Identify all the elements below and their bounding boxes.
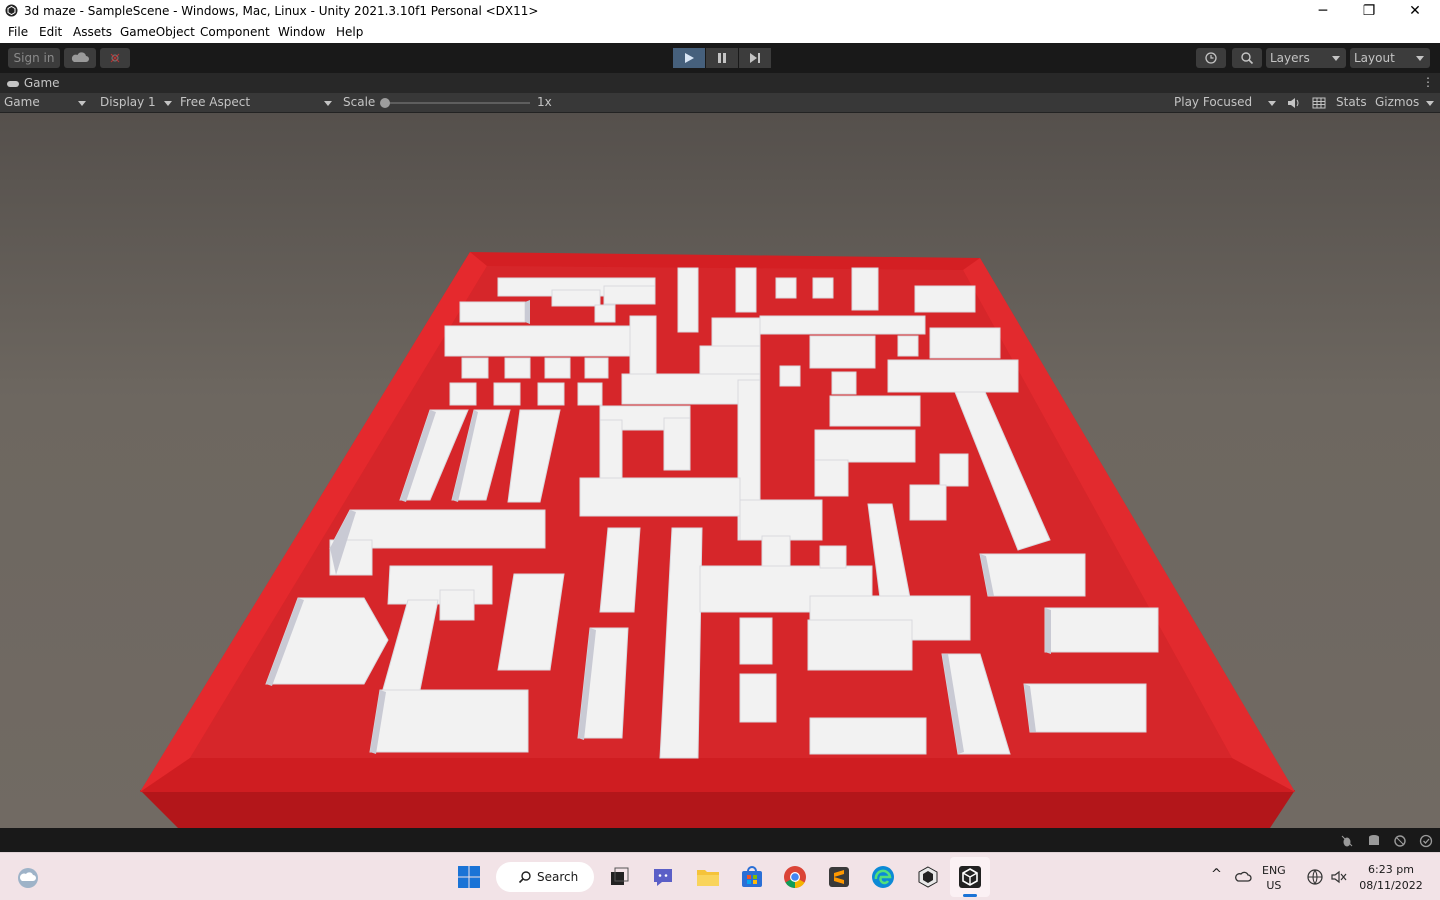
windows-taskbar: Search ^ ENG US 6:23 pm 08/11/2022 — [0, 852, 1440, 900]
scale-value: 1x — [537, 95, 552, 109]
status-bar — [0, 828, 1440, 852]
chrome-icon[interactable] — [783, 865, 807, 889]
restore-button[interactable]: ❐ — [1346, 0, 1392, 22]
edge-icon[interactable] — [871, 865, 895, 889]
menu-component[interactable]: Component — [200, 25, 270, 39]
play-focused-dropdown[interactable]: Play Focused — [1174, 95, 1278, 109]
layout-label: Layout — [1354, 51, 1395, 65]
auto-generate-lighting-icon[interactable] — [1393, 834, 1407, 848]
layout-dropdown[interactable]: Layout — [1350, 48, 1430, 68]
globe-network-icon[interactable] — [1306, 868, 1324, 886]
chevron-down-icon — [324, 101, 332, 106]
history-icon — [1205, 52, 1217, 64]
display-dropdown[interactable]: Display 1 — [100, 95, 172, 109]
unity-hub-icon[interactable] — [916, 865, 940, 889]
unity-editor-icon — [959, 866, 981, 888]
mute-audio-icon[interactable] — [1286, 96, 1300, 110]
history-button[interactable] — [1196, 48, 1226, 68]
cloud-button[interactable] — [64, 48, 96, 68]
language-indicator[interactable]: ENG US — [1262, 863, 1286, 893]
weather-icon[interactable] — [16, 866, 40, 890]
region-code: US — [1266, 879, 1282, 892]
file-explorer-icon[interactable] — [696, 865, 720, 889]
scale-slider-handle[interactable] — [380, 98, 390, 108]
display-label: Display 1 — [100, 95, 156, 109]
main-toolbar: Sign in Layers Layout — [0, 43, 1440, 73]
pause-icon — [718, 53, 726, 63]
teams-chat-icon[interactable] — [651, 865, 675, 889]
pause-button[interactable] — [706, 48, 738, 68]
gamepad-icon — [7, 80, 19, 87]
task-view-icon[interactable] — [607, 865, 631, 889]
language-code: ENG — [1262, 864, 1286, 877]
play-button[interactable] — [673, 48, 705, 68]
game-viewport[interactable] — [0, 113, 1440, 828]
gizmos-button[interactable]: Gizmos — [1375, 95, 1419, 109]
tab-options-icon[interactable]: ⋮ — [1422, 75, 1434, 89]
search-icon — [518, 871, 531, 884]
microsoft-store-icon[interactable] — [740, 865, 764, 889]
collab-icon — [110, 53, 120, 63]
aspect-label: Free Aspect — [180, 95, 251, 109]
active-app-indicator — [963, 894, 977, 897]
menu-file[interactable]: File — [8, 25, 28, 39]
close-button[interactable]: ✕ — [1392, 0, 1438, 22]
play-focused-label: Play Focused — [1174, 95, 1253, 109]
sublime-text-icon[interactable] — [827, 865, 851, 889]
window-title: 3d maze - SampleScene - Windows, Mac, Li… — [24, 4, 539, 18]
stats-button[interactable]: Stats — [1336, 95, 1367, 109]
stats-grid-icon[interactable] — [1312, 96, 1326, 110]
search-icon — [1241, 52, 1254, 65]
start-windows-icon[interactable] — [457, 865, 481, 889]
layers-dropdown[interactable]: Layers — [1266, 48, 1346, 68]
chevron-down-icon — [164, 101, 172, 106]
chevron-down-icon — [1268, 101, 1276, 106]
maze-frame-bottom-edge — [140, 790, 1295, 828]
unity-editor-taskbar-button[interactable] — [950, 857, 990, 897]
tab-game-label: Game — [23, 76, 60, 90]
game-view-bar: Game Display 1 Free Aspect Scale 1x Play… — [0, 93, 1440, 113]
taskbar-search[interactable]: Search — [496, 862, 594, 892]
minimize-button[interactable]: ─ — [1300, 0, 1346, 22]
menu-help[interactable]: Help — [336, 25, 363, 39]
chevron-down-icon — [78, 101, 86, 106]
cloud-icon — [71, 52, 89, 62]
layers-label: Layers — [1270, 51, 1310, 65]
menu-window[interactable]: Window — [278, 25, 325, 39]
menu-gameobject[interactable]: GameObject — [120, 25, 195, 39]
debug-bug-icon[interactable] — [1340, 834, 1354, 848]
clock[interactable]: 6:23 pm 08/11/2022 — [1358, 862, 1424, 894]
volume-muted-icon[interactable] — [1330, 868, 1348, 886]
menu-bar: File Edit Assets GameObject Component Wi… — [0, 22, 1440, 43]
game-mode-dropdown[interactable]: Game — [4, 95, 88, 109]
chevron-down-icon — [1416, 56, 1424, 61]
clock-time: 6:23 pm — [1368, 863, 1414, 876]
chevron-down-icon[interactable] — [1426, 101, 1434, 106]
step-button[interactable] — [739, 48, 771, 68]
aspect-dropdown[interactable]: Free Aspect — [180, 95, 332, 109]
clock-date: 08/11/2022 — [1359, 879, 1423, 892]
maze-front-wall — [140, 758, 1295, 792]
onedrive-sync-icon[interactable] — [1234, 867, 1254, 887]
scale-slider-track[interactable] — [384, 102, 530, 104]
sign-in-button[interactable]: Sign in — [8, 48, 60, 68]
unity-logo-icon — [5, 4, 18, 17]
game-mode-label: Game — [4, 95, 40, 109]
collab-button[interactable] — [100, 48, 130, 68]
window-title-bar: 3d maze - SampleScene - Windows, Mac, Li… — [0, 0, 1440, 22]
menu-assets[interactable]: Assets — [73, 25, 112, 39]
menu-edit[interactable]: Edit — [39, 25, 62, 39]
tab-game[interactable]: Game — [6, 76, 60, 90]
chevron-down-icon — [1332, 56, 1340, 61]
search-button[interactable] — [1232, 48, 1262, 68]
cache-server-icon[interactable] — [1367, 834, 1381, 848]
maze-scene — [140, 252, 1295, 828]
taskbar-search-label: Search — [537, 870, 579, 884]
chevron-up-icon[interactable]: ^ — [1211, 867, 1222, 882]
check-circle-icon[interactable] — [1419, 834, 1433, 848]
step-icon — [750, 53, 760, 63]
scale-label: Scale — [343, 95, 376, 109]
game-tab-bar: Game ⋮ — [0, 73, 1440, 93]
play-icon — [685, 53, 694, 63]
